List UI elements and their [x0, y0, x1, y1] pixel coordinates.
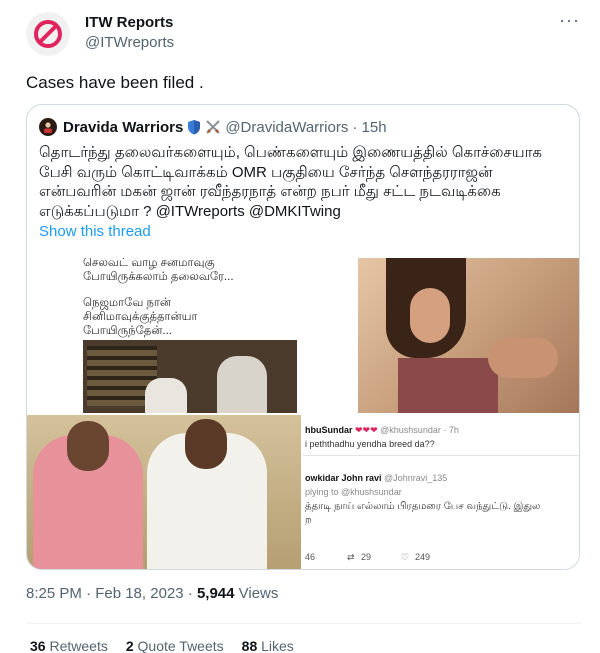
screenshot-header-1: hbuSundar ❤❤❤ @khushsundar · 7h [305, 425, 459, 436]
screenshot-handle: @Johnravi_135 [384, 473, 448, 483]
show-thread-link[interactable]: Show this thread [39, 223, 151, 240]
media-tweet-screenshot[interactable]: hbuSundar ❤❤❤ @khushsundar · 7h i pethth… [303, 415, 579, 569]
divider [303, 455, 579, 456]
quoted-tweet[interactable]: Dravida Warriors @DravidaWarriors · 15h … [26, 104, 580, 570]
tweet-timestamp: 8:25 PM · Feb 18, 2023 · 5,944 Views [26, 585, 278, 602]
man-head [185, 419, 227, 469]
quote-author-handle[interactable]: @DravidaWarriors [225, 119, 348, 136]
tweet-text: Cases have been filed . [26, 73, 204, 92]
quote-tweets-stat[interactable]: 2 Quote Tweets [126, 638, 224, 653]
screenshot-likes: 249 [415, 552, 431, 562]
media-woman-image[interactable] [358, 258, 579, 413]
timestamp-link[interactable]: 8:25 PM · Feb 18, 2023 · [26, 585, 197, 602]
meme-caption: போயிருக்கலாம் தலைவரே... [83, 271, 234, 283]
hearts-emoji: ❤❤❤ [355, 425, 378, 435]
screenshot-name: hbuSundar [305, 425, 353, 435]
screenshot-reply-to: plying to @khushsundar [305, 487, 402, 497]
author-name[interactable]: ITW Reports [85, 14, 173, 31]
image-arm [488, 338, 558, 378]
divider [26, 623, 582, 624]
crossed-swords-icon [206, 120, 221, 134]
quotes-count: 2 [125, 638, 134, 653]
screenshot-handle: @khushsundar · 7h [380, 425, 459, 435]
tweet-header: ITW Reports @ITWreports ··· [26, 10, 586, 56]
retweets-label: Retweets [49, 638, 108, 653]
image-face [410, 288, 450, 343]
shield-icon [188, 120, 201, 135]
likes-label: Likes [261, 638, 294, 653]
screenshot-header-2: owkidar John ravi @Johnravi_135 [305, 473, 447, 484]
meme-caption: சினிமாவுக்குத்தான்யா [83, 311, 198, 323]
media-grid: செலவட் வாழ சனமாவுகு போயிருக்கலாம் தலைவரே… [27, 258, 579, 569]
quote-header: Dravida Warriors @DravidaWarriors · 15h [39, 117, 387, 137]
seated-figure [145, 378, 187, 413]
quote-time[interactable]: · 15h [352, 119, 386, 136]
screenshot-text-1: i peththadhu yendha breed da?? [305, 439, 435, 449]
views-label: Views [234, 585, 279, 602]
likes-count: 88 [241, 638, 258, 653]
retweets-stat[interactable]: 36 Retweets [30, 638, 108, 653]
engagement-stats: 36 Retweets 2 Quote Tweets 88 Likes [30, 638, 294, 653]
person-icon [44, 122, 52, 133]
media-two-men-image[interactable] [27, 415, 301, 569]
quotes-label: Quote Tweets [137, 638, 224, 653]
meme-caption: நெஜமாவே நான் [83, 297, 172, 309]
retweet-icon: ⇄ [347, 552, 355, 562]
likes-stat[interactable]: 88 Likes [242, 638, 294, 653]
standing-figure [217, 356, 267, 413]
screenshot-name: owkidar John ravi [305, 473, 382, 483]
author-handle[interactable]: @ITWreports [85, 34, 174, 51]
retweets-count: 36 [30, 638, 46, 653]
more-options-button[interactable]: ··· [559, 10, 580, 31]
quote-author-name[interactable]: Dravida Warriors [63, 119, 183, 136]
quote-text: தொடர்ந்து தலைவர்களையும், பெண்களையும் இணை… [39, 144, 543, 220]
more-horizontal-icon: ··· [559, 10, 580, 30]
author-avatar[interactable] [26, 12, 70, 56]
screenshot-text-2: த்தாடி நாய் எல்லாம் பிரதமரை பேச வந்துட்ட… [305, 501, 541, 512]
heart-icon: ♡ [401, 552, 410, 562]
screenshot-retweets: 29 [361, 552, 372, 562]
views-count: 5,944 [196, 585, 235, 602]
image-clothing [398, 358, 498, 413]
quote-author-avatar[interactable] [39, 118, 57, 136]
screenshot-text-2b: ற [305, 515, 312, 526]
meme-caption: செலவட் வாழ சனமாவுகு [83, 258, 215, 269]
meme-caption: போயிருந்தேன்... [83, 325, 172, 337]
screenshot-replies: 46 [305, 552, 316, 562]
no-entry-logo-icon [34, 20, 62, 48]
media-meme-image[interactable]: செலவட் வாழ சனமாவுகு போயிருக்கலாம் தலைவரே… [27, 258, 356, 413]
man-head [67, 421, 109, 471]
